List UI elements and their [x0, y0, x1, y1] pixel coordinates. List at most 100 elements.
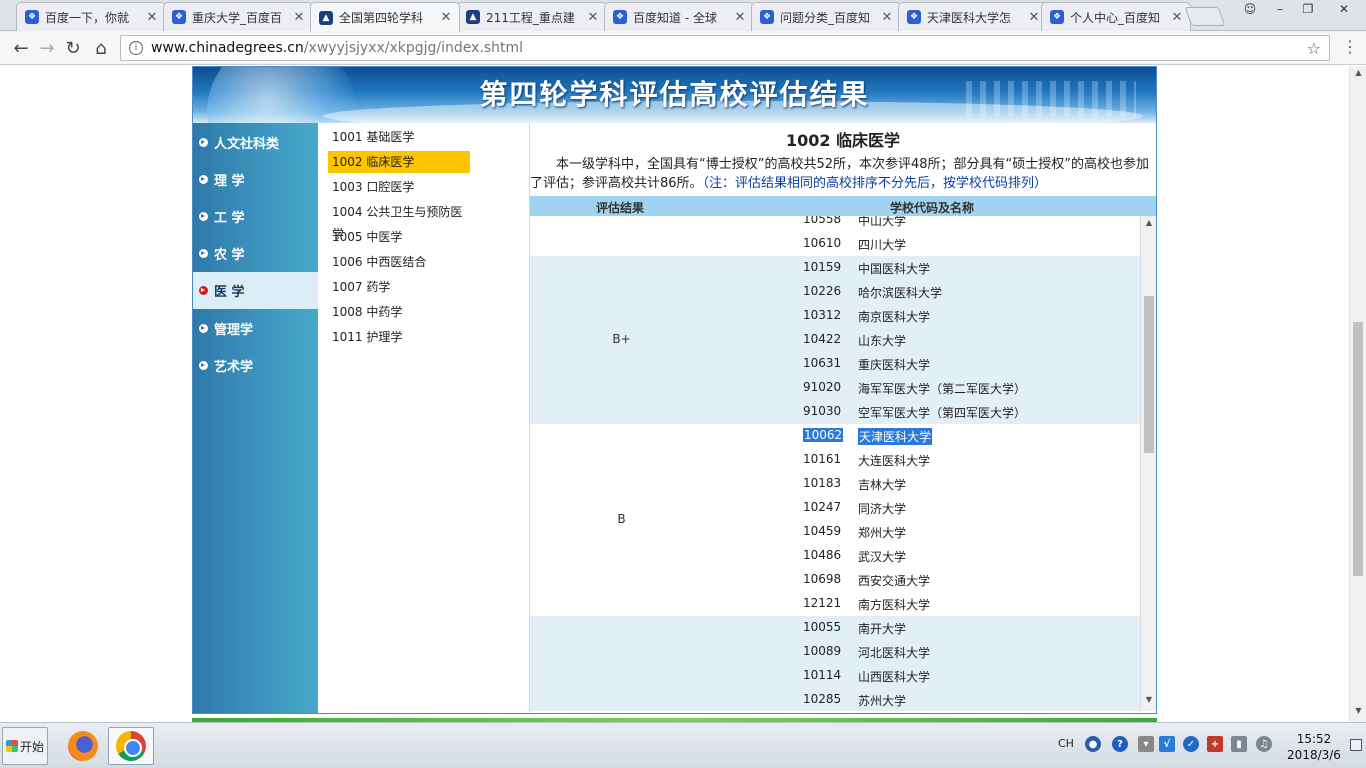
page-scroll-down-icon[interactable]: ▼ — [1350, 706, 1366, 720]
baidu-icon: ❖ — [1050, 10, 1064, 24]
browser-tab[interactable]: ▲ 211工程_重点建 ✕ — [457, 2, 607, 31]
category-nav-item[interactable]: 医 学 — [193, 272, 318, 309]
category-nav-item[interactable]: 管理学 — [193, 310, 318, 347]
forward-icon[interactable]: → — [36, 37, 58, 59]
school-code: 10247 — [803, 500, 842, 514]
category-nav-item[interactable]: 理 学 — [193, 161, 318, 198]
subject-link[interactable]: 1003 口腔医学 — [328, 176, 470, 198]
browser-tab[interactable]: ❖ 天津医科大学怎 ✕ — [898, 2, 1048, 31]
help-icon[interactable]: ? — [1112, 736, 1128, 752]
signal-icon[interactable]: ▮ — [1231, 736, 1247, 752]
subject-link[interactable]: 1004 公共卫生与预防医学 — [328, 201, 470, 241]
tab-close-icon[interactable]: ✕ — [1170, 10, 1184, 25]
network-globe-icon[interactable]: ● — [1085, 736, 1101, 752]
browser-tab[interactable]: ❖ 个人中心_百度知 ✕ — [1041, 2, 1191, 31]
start-button[interactable]: 开始 — [2, 727, 48, 765]
input-method-indicator[interactable]: CH — [1058, 737, 1074, 750]
browser-tab[interactable]: ❖ 百度知道 - 全球 ✕ — [604, 2, 754, 31]
school-code: 10610 — [803, 236, 842, 250]
subject-link[interactable]: 1001 基础医学 — [328, 126, 470, 148]
volume-icon[interactable]: ♫ — [1256, 736, 1272, 752]
category-nav-item[interactable]: 农 学 — [193, 235, 318, 272]
category-label: 医 学 — [214, 285, 245, 300]
browser-tab[interactable]: ▲ 全国第四轮学科 ✕ — [310, 2, 460, 32]
category-nav-item[interactable]: 工 学 — [193, 198, 318, 235]
grade-group: 10558 中山大学 10610 四川大学 — [530, 216, 1140, 256]
school-name: 海军军医大学（第二军医大学） — [858, 382, 1027, 396]
school-name: 哈尔滨医科大学 — [858, 286, 943, 300]
category-nav-item[interactable]: 人文社科类 — [193, 124, 318, 161]
tray-expand-icon[interactable]: ▾ — [1138, 736, 1154, 752]
table-row: 10459 郑州大学 — [530, 520, 1140, 544]
category-nav-item[interactable]: 艺术学 — [193, 347, 318, 384]
table-row: 10312 南京医科大学 — [530, 304, 1140, 328]
show-desktop-button[interactable] — [1350, 739, 1362, 751]
chrome-icon — [116, 731, 146, 761]
new-tab-button[interactable] — [1184, 7, 1226, 26]
school-code: 10422 — [803, 332, 842, 346]
subject-link[interactable]: 1005 中医学 — [328, 226, 470, 248]
school-code: 10698 — [803, 572, 842, 586]
tab-close-icon[interactable]: ✕ — [145, 10, 159, 25]
banner: 第四轮学科评估高校评估结果 — [193, 67, 1156, 123]
tab-close-icon[interactable]: ✕ — [586, 10, 600, 25]
bookmark-star-icon[interactable]: ☆ — [1307, 39, 1321, 58]
tab-close-icon[interactable]: ✕ — [880, 10, 894, 25]
menu-icon[interactable]: ⋮ — [1342, 39, 1358, 55]
tab-title: 百度知道 - 全球 — [633, 10, 717, 25]
school-name: 山西医科大学 — [858, 670, 931, 684]
address-bar[interactable]: i www.chinadegrees.cn/xwyyjsjyxx/xkpgjg/… — [120, 35, 1330, 61]
subject-link[interactable]: 1008 中药学 — [328, 301, 470, 323]
arrow-bullet-icon — [199, 249, 208, 258]
school-name: 西安交通大学 — [858, 574, 931, 588]
table-scrollbar[interactable]: ▲ ▼ — [1140, 216, 1156, 711]
home-icon[interactable]: ⌂ — [90, 37, 112, 59]
browser-tab[interactable]: ❖ 百度一下，你就 ✕ — [16, 2, 166, 31]
table-row: 10226 哈尔滨医科大学 — [530, 280, 1140, 304]
school-code: 10226 — [803, 284, 842, 298]
table-row: 10698 西安交通大学 — [530, 568, 1140, 592]
school-code: 10062 — [803, 428, 844, 442]
tab-close-icon[interactable]: ✕ — [733, 10, 747, 25]
table-row: 10055 南开大学 — [530, 616, 1140, 640]
scroll-down-icon[interactable]: ▼ — [1141, 695, 1157, 709]
grade-group: 10055 南开大学 10089 河北医科大学 10114 山西医科大学 10285 苏州大学 — [530, 616, 1140, 711]
reload-icon[interactable]: ↻ — [62, 37, 84, 59]
scroll-up-icon[interactable]: ▲ — [1141, 218, 1157, 232]
security-app-icon[interactable]: + — [1207, 736, 1223, 752]
firefox-taskbar-button[interactable] — [60, 727, 106, 765]
school-name: 山东大学 — [858, 334, 907, 348]
page-scrollbar[interactable]: ▲ ▼ — [1349, 66, 1366, 722]
school-name: 大连医科大学 — [858, 454, 931, 468]
tab-close-icon[interactable]: ✕ — [439, 10, 453, 25]
close-window-button[interactable]: ✕ — [1324, 0, 1364, 18]
shield-icon[interactable]: ✓ — [1183, 736, 1199, 752]
tab-close-icon[interactable]: ✕ — [292, 10, 306, 25]
page-scroll-thumb[interactable] — [1353, 322, 1363, 576]
table-scroll-thumb[interactable] — [1144, 296, 1154, 453]
restore-button[interactable]: ❐ — [1294, 0, 1322, 18]
back-icon[interactable]: ← — [10, 37, 32, 59]
browser-tab[interactable]: ❖ 问题分类_百度知 ✕ — [751, 2, 901, 31]
subject-link[interactable]: 1006 中西医结合 — [328, 251, 470, 273]
subject-link[interactable]: 1002 临床医学 — [328, 151, 470, 173]
school-code: 10159 — [803, 260, 842, 274]
user-icon[interactable]: ☺ — [1236, 0, 1264, 18]
chrome-taskbar-button[interactable] — [108, 727, 154, 765]
school-name: 河北医科大学 — [858, 646, 931, 660]
tab-title: 问题分类_百度知 — [780, 10, 871, 25]
category-label: 管理学 — [214, 323, 254, 338]
tab-close-icon[interactable]: ✕ — [1027, 10, 1041, 25]
tab-title: 211工程_重点建 — [486, 10, 575, 25]
browser-tab[interactable]: ❖ 重庆大学_百度百 ✕ — [163, 2, 313, 31]
clock[interactable]: 15:52 2018/3/6 — [1282, 731, 1346, 763]
info-icon[interactable]: i — [129, 41, 143, 55]
subject-list: 1001 基础医学 1002 临床医学 1003 口腔医学 1004 公共卫生与预防医… — [318, 123, 530, 713]
school-code: 91030 — [803, 404, 842, 418]
app-tray-icon[interactable]: √ — [1159, 736, 1175, 752]
subject-link[interactable]: 1011 护理学 — [328, 326, 470, 348]
minimize-button[interactable]: – — [1266, 0, 1294, 18]
subject-link[interactable]: 1007 药学 — [328, 276, 470, 298]
result-table[interactable]: 10558 中山大学 10610 四川大学 B+ 10159 中国医科大学 10226 哈尔滨医… — [530, 216, 1140, 711]
page-scroll-up-icon[interactable]: ▲ — [1350, 68, 1366, 82]
